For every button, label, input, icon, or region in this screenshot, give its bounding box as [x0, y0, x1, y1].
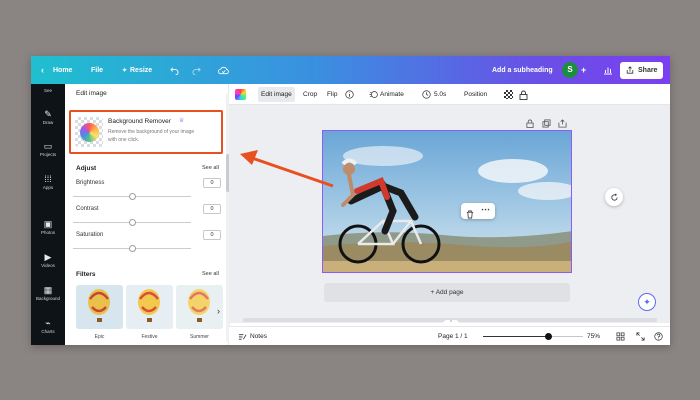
- annotation-arrow: [240, 150, 334, 188]
- annotation-arrow-line: [251, 156, 334, 188]
- annotation-arrow-head: [240, 150, 258, 165]
